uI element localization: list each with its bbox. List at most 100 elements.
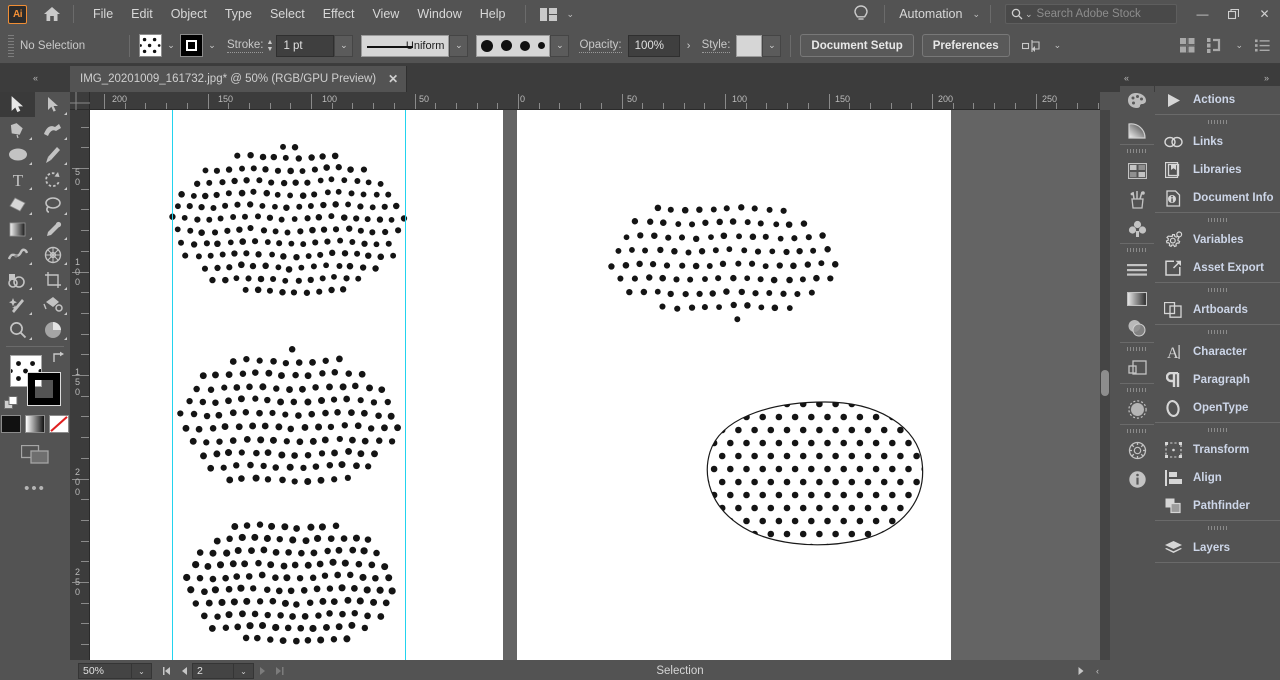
tabbar-left-collapse-icon[interactable]: « [33, 73, 38, 83]
dock-group-grip-5[interactable] [1120, 424, 1154, 436]
icondock-collapse-icon[interactable]: « [1124, 73, 1129, 83]
canvas-area[interactable] [90, 110, 1100, 660]
document-tab[interactable]: IMG_20201009_161732.jpg* @ 50% (RGB/GPU … [70, 66, 408, 92]
panel-group-grip-transform[interactable] [1155, 423, 1280, 436]
width-tool[interactable] [0, 242, 35, 267]
rightpanel-collapse-icon[interactable]: » [1264, 73, 1269, 83]
next-artboard-button[interactable] [254, 662, 271, 680]
stroke-swatch[interactable] [180, 34, 203, 57]
arrange-documents-icon[interactable]: ⌄ [539, 7, 575, 21]
vertical-guide-left[interactable] [172, 110, 173, 660]
stroke-weight-stepper[interactable]: ▲ ▼ [263, 35, 276, 57]
panel-variables[interactable]: Variables [1155, 226, 1280, 254]
panel-group-grip-variables[interactable] [1155, 213, 1280, 226]
fill-swatch[interactable] [139, 34, 162, 57]
menu-file[interactable]: File [84, 0, 122, 28]
menu-type[interactable]: Type [216, 0, 261, 28]
zoom-level-caret-icon[interactable]: ⌄ [132, 663, 152, 679]
graph-tool[interactable] [35, 317, 70, 342]
panel-asset-export[interactable]: Asset Export [1155, 254, 1280, 282]
dock-group-grip-4[interactable] [1120, 383, 1154, 395]
status-menu-arrow-icon[interactable] [1072, 662, 1089, 680]
opacity-field[interactable]: 100% [627, 34, 680, 57]
stroke-profile-selector[interactable]: Uniform [361, 34, 450, 57]
panel-links[interactable]: Links [1155, 128, 1280, 156]
status-text[interactable]: Selection [288, 665, 1072, 677]
shape-builder-tool[interactable] [0, 267, 35, 292]
swatches-panel-icon[interactable] [1120, 156, 1154, 185]
stroke-profile-caret-icon[interactable]: ⌄ [449, 34, 469, 57]
ruler-origin-corner[interactable] [70, 92, 90, 110]
menu-window[interactable]: Window [408, 0, 470, 28]
menu-effect[interactable]: Effect [314, 0, 364, 28]
tabbar-left-collapse[interactable]: « [0, 64, 70, 92]
close-button[interactable]: ✕ [1249, 0, 1280, 28]
brushes-panel-icon[interactable] [1120, 185, 1154, 214]
info-panel-icon[interactable] [1120, 465, 1154, 494]
panel-group-grip-artboards[interactable] [1155, 283, 1280, 296]
panel-character[interactable]: A Character [1155, 338, 1280, 366]
search-scope-caret-icon[interactable]: ⌄ [1025, 9, 1033, 20]
status-resize-grip[interactable]: ‹ [1089, 662, 1106, 680]
rotate-tool[interactable] [35, 167, 70, 192]
maximize-restore-button[interactable] [1218, 0, 1249, 28]
menu-view[interactable]: View [363, 0, 408, 28]
panel-group-grip-links[interactable] [1155, 115, 1280, 128]
panel-paragraph[interactable]: Paragraph [1155, 366, 1280, 394]
color-guide-panel-icon[interactable] [1120, 115, 1154, 144]
magic-wand-tool[interactable] [0, 292, 35, 317]
minimize-button[interactable]: — [1187, 0, 1218, 28]
document-tab-close-icon[interactable]: ✕ [388, 72, 398, 86]
panel-libraries[interactable]: Libraries [1155, 156, 1280, 184]
color-swatch-button[interactable] [1, 415, 21, 433]
artboard-number-field[interactable]: 2 [192, 663, 234, 679]
panel-group-grip-layers[interactable] [1155, 521, 1280, 534]
vertical-ruler[interactable]: 50100150200250 [70, 110, 90, 660]
gradient-swatch-button[interactable] [25, 415, 45, 433]
selection-tool[interactable] [0, 92, 35, 117]
stroke-label[interactable]: Stroke: [227, 39, 264, 53]
last-artboard-button[interactable] [271, 662, 288, 680]
align-to-caret-icon[interactable]: ⌄ [1054, 40, 1062, 51]
live-paint-bucket-tool[interactable] [35, 292, 70, 317]
arrange-grid-icon[interactable] [1180, 38, 1196, 53]
eyedropper-tool[interactable] [35, 217, 70, 242]
stock-search-input[interactable]: ⌄ Search Adobe Stock [1005, 4, 1177, 24]
document-setup-button[interactable]: Document Setup [800, 34, 914, 57]
workspace-caret-icon[interactable]: ⌄ [972, 9, 980, 20]
appearance-panel-icon[interactable] [1120, 354, 1154, 383]
align-panel-caret-icon[interactable]: ⌄ [1235, 40, 1243, 51]
previous-artboard-button[interactable] [175, 662, 192, 680]
paintbrush-tool[interactable] [35, 142, 70, 167]
default-fill-stroke-icon[interactable] [4, 396, 19, 411]
control-bar-gripper[interactable] [6, 34, 16, 57]
panel-transform[interactable]: Transform [1155, 436, 1280, 464]
stroke-weight-field[interactable]: 1 pt [276, 34, 335, 57]
panel-pathfinder[interactable]: Pathfinder [1155, 492, 1280, 520]
swap-fill-stroke-icon[interactable] [52, 351, 66, 364]
artboard-2[interactable] [517, 110, 951, 660]
graphic-style-swatch[interactable] [736, 34, 763, 57]
opacity-label[interactable]: Opacity: [579, 39, 622, 53]
style-label[interactable]: Style: [701, 39, 731, 53]
arrange-caret-icon[interactable]: ⌄ [567, 9, 575, 20]
menu-help[interactable]: Help [471, 0, 515, 28]
panel-document-info[interactable]: Document Info [1155, 184, 1280, 212]
more-options-icon[interactable] [1255, 39, 1270, 52]
eraser-tool[interactable] [0, 192, 35, 217]
gradient-tool[interactable] [0, 217, 35, 242]
lasso-tool[interactable] [35, 192, 70, 217]
stroke-swatch-caret-icon[interactable]: ⌄ [203, 34, 221, 57]
panel-align[interactable]: Align [1155, 464, 1280, 492]
toolbar-stroke-swatch[interactable] [27, 372, 61, 406]
stroke-weight-caret-icon[interactable]: ⌄ [334, 34, 354, 57]
graphic-styles-panel-icon[interactable] [1120, 395, 1154, 424]
canvas-vertical-scrollbar[interactable] [1100, 110, 1110, 660]
none-swatch-button[interactable] [49, 415, 69, 433]
panel-artboards[interactable]: Artboards [1155, 296, 1280, 324]
fill-swatch-caret-icon[interactable]: ⌄ [162, 34, 180, 57]
artboard-1[interactable] [90, 110, 503, 660]
dock-group-grip-3[interactable] [1120, 342, 1154, 354]
horizontal-ruler[interactable]: 200 150 100 50 0 50 100 150 200 250 [90, 92, 1100, 110]
transparency-panel-icon[interactable] [1120, 313, 1154, 342]
